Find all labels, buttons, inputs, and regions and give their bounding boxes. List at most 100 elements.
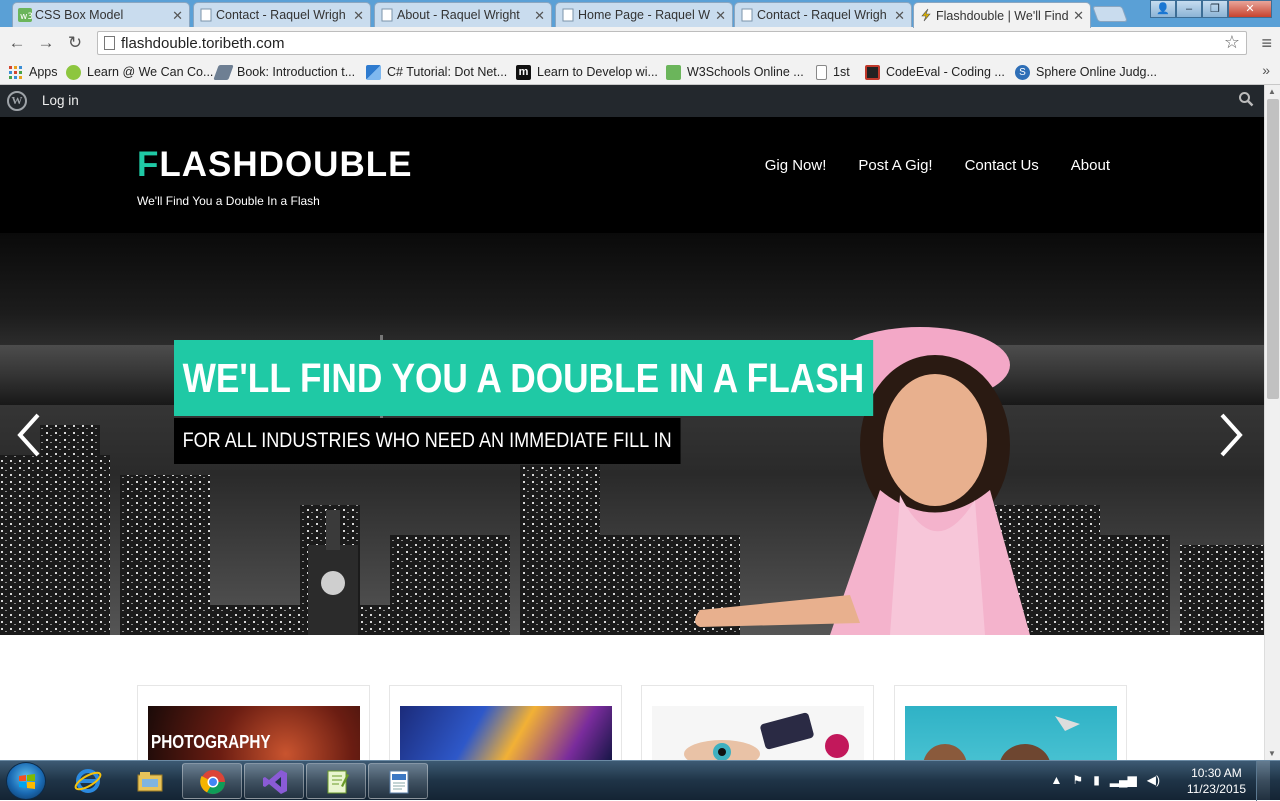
close-icon[interactable]: ✕ [353, 8, 364, 24]
reload-icon[interactable]: ↻ [64, 32, 86, 54]
site-title[interactable]: FLASHDOUBLE [137, 145, 412, 185]
show-hidden-icons-icon[interactable]: ▲ [1051, 773, 1063, 787]
feature-card[interactable]: PHOTOGRAPHY [137, 685, 370, 766]
nav-gig-now[interactable]: Gig Now! [765, 157, 827, 174]
bookmark-item[interactable]: 1st [816, 62, 850, 82]
login-link[interactable]: Log in [42, 93, 79, 108]
bookmark-item[interactable]: C# Tutorial: Dot Net... [366, 62, 507, 82]
close-icon[interactable]: ✕ [534, 8, 545, 24]
site-title-rest: LASHDOUBLE [159, 145, 413, 184]
svg-text:w3: w3 [20, 12, 32, 22]
volume-icon[interactable]: ◀) [1147, 773, 1160, 787]
card-image-salon [905, 706, 1117, 766]
nav-contact-us[interactable]: Contact Us [965, 157, 1039, 174]
browser-tab[interactable]: Home Page - Raquel W ✕ [555, 2, 733, 27]
scrollbar-thumb[interactable] [1267, 99, 1279, 399]
taskbar-wordpad[interactable] [368, 763, 428, 799]
close-icon[interactable]: ✕ [894, 8, 905, 24]
close-icon[interactable]: ✕ [715, 8, 726, 24]
tab-title: About - Raquel Wright [397, 8, 520, 22]
back-arrow-icon[interactable]: ← [6, 32, 28, 54]
card-image-label: PHOTOGRAPHY [151, 732, 271, 752]
visual-studio-icon [263, 770, 287, 794]
close-icon[interactable]: ✕ [1073, 8, 1084, 24]
wordpress-logo-icon[interactable]: W [7, 91, 27, 111]
feature-card[interactable] [641, 685, 874, 766]
page-icon [562, 8, 574, 22]
power-icon[interactable]: ▮ [1093, 773, 1100, 787]
browser-tab-strip: w3 CSS Box Model ✕ Contact - Raquel Wrig… [0, 0, 1280, 28]
card-image-photography: PHOTOGRAPHY [148, 706, 360, 766]
page-icon [200, 8, 212, 22]
bookmark-item[interactable]: Learn @ We Can Co... [66, 62, 213, 82]
bookmarks-more-button[interactable]: » [1262, 62, 1270, 78]
browser-toolbar: ← → ↻ flashdouble.toribeth.com ☆ ≡ [0, 27, 1280, 59]
browser-tab-active[interactable]: Flashdouble | We'll Find ✕ [913, 2, 1091, 28]
page-icon [816, 64, 827, 80]
card-image-makeup [652, 706, 864, 766]
page-icon [741, 8, 753, 22]
slider-prev-chevron-icon[interactable] [14, 411, 44, 459]
bookmark-label: Apps [29, 65, 58, 79]
start-button[interactable] [6, 762, 46, 800]
browser-tab[interactable]: About - Raquel Wright ✕ [374, 2, 552, 27]
bookmark-item[interactable]: m Learn to Develop wi... [516, 62, 658, 82]
scroll-up-arrow-icon[interactable]: ▲ [1268, 87, 1276, 96]
bookmark-label: Sphere Online Judg... [1036, 65, 1157, 79]
minimize-button[interactable]: – [1176, 0, 1202, 18]
tab-title: Contact - Raquel Wrigh [757, 8, 887, 22]
tab-title: Home Page - Raquel W [578, 8, 711, 22]
clock-time: 10:30 AM [1191, 766, 1242, 780]
bookmark-label: 1st [833, 65, 850, 79]
taskbar-notepad-plus[interactable] [306, 763, 366, 799]
flash-icon [921, 8, 931, 22]
address-bar[interactable]: flashdouble.toribeth.com ☆ [97, 31, 1247, 55]
hero-slider: WE'LL FIND YOU A DOUBLE IN A FLASH FOR A… [0, 233, 1264, 635]
bookmark-star-icon[interactable]: ☆ [1224, 32, 1240, 53]
bookmark-item[interactable]: S Sphere Online Judg... [1015, 62, 1157, 82]
bookmark-item[interactable]: W3Schools Online ... [666, 62, 804, 82]
main-navigation: Gig Now! Post A Gig! Contact Us About [765, 157, 1110, 174]
show-desktop-button[interactable] [1256, 761, 1270, 801]
w3schools-icon: w3 [18, 8, 32, 22]
bookmark-item[interactable]: Book: Introduction t... [213, 62, 355, 82]
user-profile-button[interactable]: 👤 [1150, 0, 1176, 18]
scroll-down-arrow-icon[interactable]: ▼ [1268, 749, 1276, 758]
slider-next-chevron-icon[interactable] [1216, 411, 1246, 459]
taskbar-internet-explorer[interactable] [58, 763, 118, 799]
url-text[interactable]: flashdouble.toribeth.com [121, 35, 284, 52]
nav-post-a-gig[interactable]: Post A Gig! [858, 157, 932, 174]
bookmark-label: W3Schools Online ... [687, 65, 804, 79]
forward-arrow-icon[interactable]: → [35, 32, 57, 54]
m-icon: m [516, 64, 531, 80]
search-icon[interactable] [1238, 91, 1254, 107]
hero-headline: WE'LL FIND YOU A DOUBLE IN A FLASH [174, 340, 873, 416]
browser-tab[interactable]: w3 CSS Box Model ✕ [12, 2, 190, 27]
page-scrollbar[interactable]: ▲ ▼ [1264, 85, 1280, 760]
browser-tab[interactable]: Contact - Raquel Wrigh ✕ [734, 2, 912, 27]
action-center-flag-icon[interactable]: ⚑ [1072, 773, 1083, 787]
close-window-button[interactable]: ✕ [1228, 0, 1272, 18]
new-tab-button[interactable] [1092, 6, 1128, 22]
network-signal-icon[interactable]: ▂▄▆ [1110, 773, 1137, 787]
site-header: FLASHDOUBLE We'll Find You a Double In a… [0, 117, 1264, 233]
bookmark-label: C# Tutorial: Dot Net... [387, 65, 508, 79]
browser-tab[interactable]: Contact - Raquel Wrigh ✕ [193, 2, 371, 27]
bookmark-label: CodeEval - Coding ... [886, 65, 1005, 79]
maximize-button[interactable]: ❐ [1202, 0, 1228, 18]
windows-logo-icon [19, 774, 35, 789]
bookmark-item[interactable]: CodeEval - Coding ... [865, 62, 1005, 82]
close-icon[interactable]: ✕ [172, 8, 183, 24]
taskbar-file-explorer[interactable] [120, 763, 180, 799]
hero-subheadline: FOR ALL INDUSTRIES WHO NEED AN IMMEDIATE… [174, 418, 681, 464]
nav-about[interactable]: About [1071, 157, 1110, 174]
taskbar-visual-studio[interactable] [244, 763, 304, 799]
notepad-plus-icon [327, 770, 349, 794]
bookmark-apps[interactable]: Apps [8, 62, 58, 82]
chrome-menu-icon[interactable]: ≡ [1261, 33, 1272, 54]
taskbar-chrome[interactable] [182, 763, 242, 799]
codeeval-icon [865, 64, 880, 80]
feature-card[interactable] [389, 685, 622, 766]
system-clock[interactable]: 10:30 AM 11/23/2015 [1187, 765, 1246, 797]
feature-card[interactable] [894, 685, 1127, 766]
